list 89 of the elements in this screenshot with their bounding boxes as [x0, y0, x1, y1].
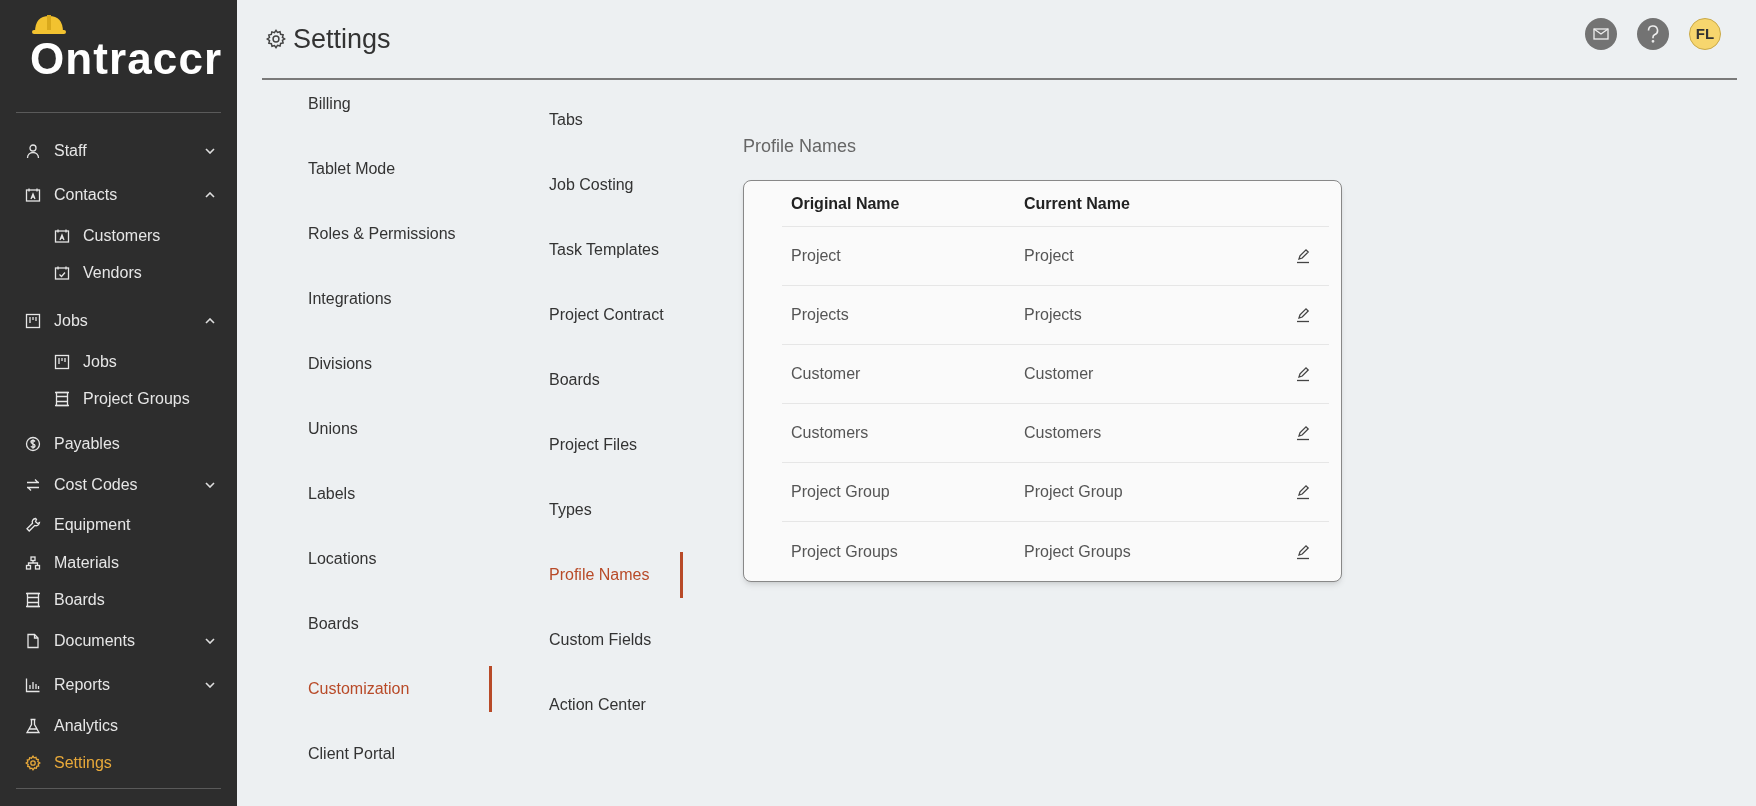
settings-menu-item[interactable]: Integrations [308, 276, 492, 322]
settings-menu-item[interactable]: Tablet Mode [308, 146, 492, 192]
settings-menu-item[interactable]: Customization [308, 666, 492, 712]
board-icon [25, 313, 41, 329]
table-cell-text: Project Groups [1024, 541, 1131, 562]
settings-menu-item[interactable]: Action Center [549, 682, 683, 728]
edit-button[interactable] [1294, 542, 1312, 561]
stacked-frame-icon [54, 390, 70, 407]
settings-menu-item[interactable]: Unions [308, 406, 492, 452]
table-cell-text: Project Groups [790, 541, 899, 562]
edit-button[interactable] [1294, 483, 1312, 501]
logo: Ontraccr [30, 34, 223, 83]
settings-menu-item[interactable]: Task Templates [549, 227, 683, 273]
sidebar-item[interactable]: Jobs [0, 299, 237, 343]
person-icon [25, 143, 41, 159]
settings-menu-item[interactable]: Roles & Permissions [308, 211, 492, 257]
help-icon [1646, 25, 1660, 43]
sidebar-item[interactable]: Cost Codes [0, 462, 237, 507]
settings-menu-item[interactable]: Project Contract [549, 292, 683, 338]
sidebar-subitem[interactable]: Project Groups [0, 380, 237, 417]
table-cell-text: Projects [1024, 305, 1082, 325]
settings-menu-item[interactable]: Locations [308, 536, 492, 582]
sidebar-subitem[interactable]: Jobs [0, 343, 237, 380]
pencil-icon [1295, 307, 1311, 323]
settings-menu-item[interactable]: Project Files [549, 422, 683, 468]
calendar-person-icon [25, 187, 41, 203]
edit-button[interactable] [1294, 424, 1312, 442]
table-cell-text: Project [790, 246, 842, 266]
table-cell-text: Project Group [790, 482, 891, 502]
table-cell-text: Customer [1024, 364, 1094, 384]
dollar-icon [25, 435, 41, 452]
settings-menu-item[interactable]: Boards [308, 601, 492, 647]
help-button[interactable] [1637, 18, 1669, 50]
settings-menu-item[interactable]: Tabs [549, 97, 683, 143]
flask-icon [25, 717, 41, 734]
page-title: Settings [293, 22, 391, 56]
calendar-person-icon [54, 227, 70, 244]
sidebar-subitem[interactable]: Customers [0, 217, 237, 254]
edit-button[interactable] [1294, 365, 1312, 383]
section-title: Profile Names [743, 135, 858, 158]
edit-button[interactable] [1294, 306, 1312, 324]
bar-chart-icon [25, 677, 41, 693]
document-icon [25, 633, 41, 649]
hard-hat-icon [32, 13, 66, 35]
gear-icon [25, 755, 41, 772]
settings-menu-item[interactable]: Types [549, 487, 683, 533]
sidebar-item[interactable]: Contacts [0, 173, 237, 217]
column-header: Current Name [1024, 193, 1130, 214]
table-cell-text: Project Group [1024, 482, 1123, 502]
sidebar-item[interactable]: Reports [0, 663, 237, 707]
table-cell-text: Customers [1024, 423, 1102, 443]
sidebar-item[interactable]: Payables [0, 425, 237, 463]
edit-button[interactable] [1294, 247, 1312, 265]
pencil-icon [1295, 484, 1311, 500]
mail-icon [1593, 28, 1609, 40]
sidebar-item[interactable]: Equipment [0, 506, 237, 544]
sidebar-item[interactable]: Boards [0, 581, 237, 619]
settings-icon [265, 28, 287, 50]
sidebar-item[interactable]: Documents [0, 619, 237, 663]
settings-menu-item[interactable]: Billing [308, 81, 492, 127]
swap-arrows-icon [25, 476, 41, 493]
pencil-icon [1295, 425, 1311, 441]
column-header: Original Name [790, 193, 901, 214]
sidebar-item[interactable]: Settings [0, 744, 237, 782]
stacked-frame-icon [25, 592, 41, 609]
wrench-icon [25, 517, 41, 534]
settings-menu-item[interactable]: Client Portal [308, 731, 492, 777]
settings-menu-item[interactable]: Job Costing [549, 162, 683, 208]
settings-menu-item[interactable]: Custom Fields [549, 617, 683, 663]
pencil-icon [1295, 543, 1311, 560]
calendar-check-icon [54, 264, 70, 281]
table-cell-text: Customer [790, 364, 862, 384]
hierarchy-icon [25, 554, 41, 571]
settings-menu-item[interactable]: Divisions [308, 341, 492, 387]
table-cell-text: Customers [790, 423, 870, 443]
table-cell-text: Project [1024, 246, 1074, 266]
sidebar-item[interactable]: Staff [0, 129, 237, 173]
user-avatar[interactable]: FL [1689, 18, 1721, 50]
board-icon [54, 353, 70, 370]
pencil-icon [1295, 366, 1311, 382]
sidebar-subitem[interactable]: Vendors [0, 254, 237, 291]
table-cell-text: Projects [790, 305, 850, 325]
mail-button[interactable] [1585, 18, 1617, 50]
settings-menu-item[interactable]: Profile Names [549, 552, 683, 598]
sidebar-item[interactable]: Materials [0, 544, 237, 582]
settings-menu-item[interactable]: Labels [308, 471, 492, 517]
settings-menu-item[interactable]: Boards [549, 357, 683, 403]
pencil-icon [1295, 248, 1311, 264]
sidebar-item[interactable]: Analytics [0, 707, 237, 745]
